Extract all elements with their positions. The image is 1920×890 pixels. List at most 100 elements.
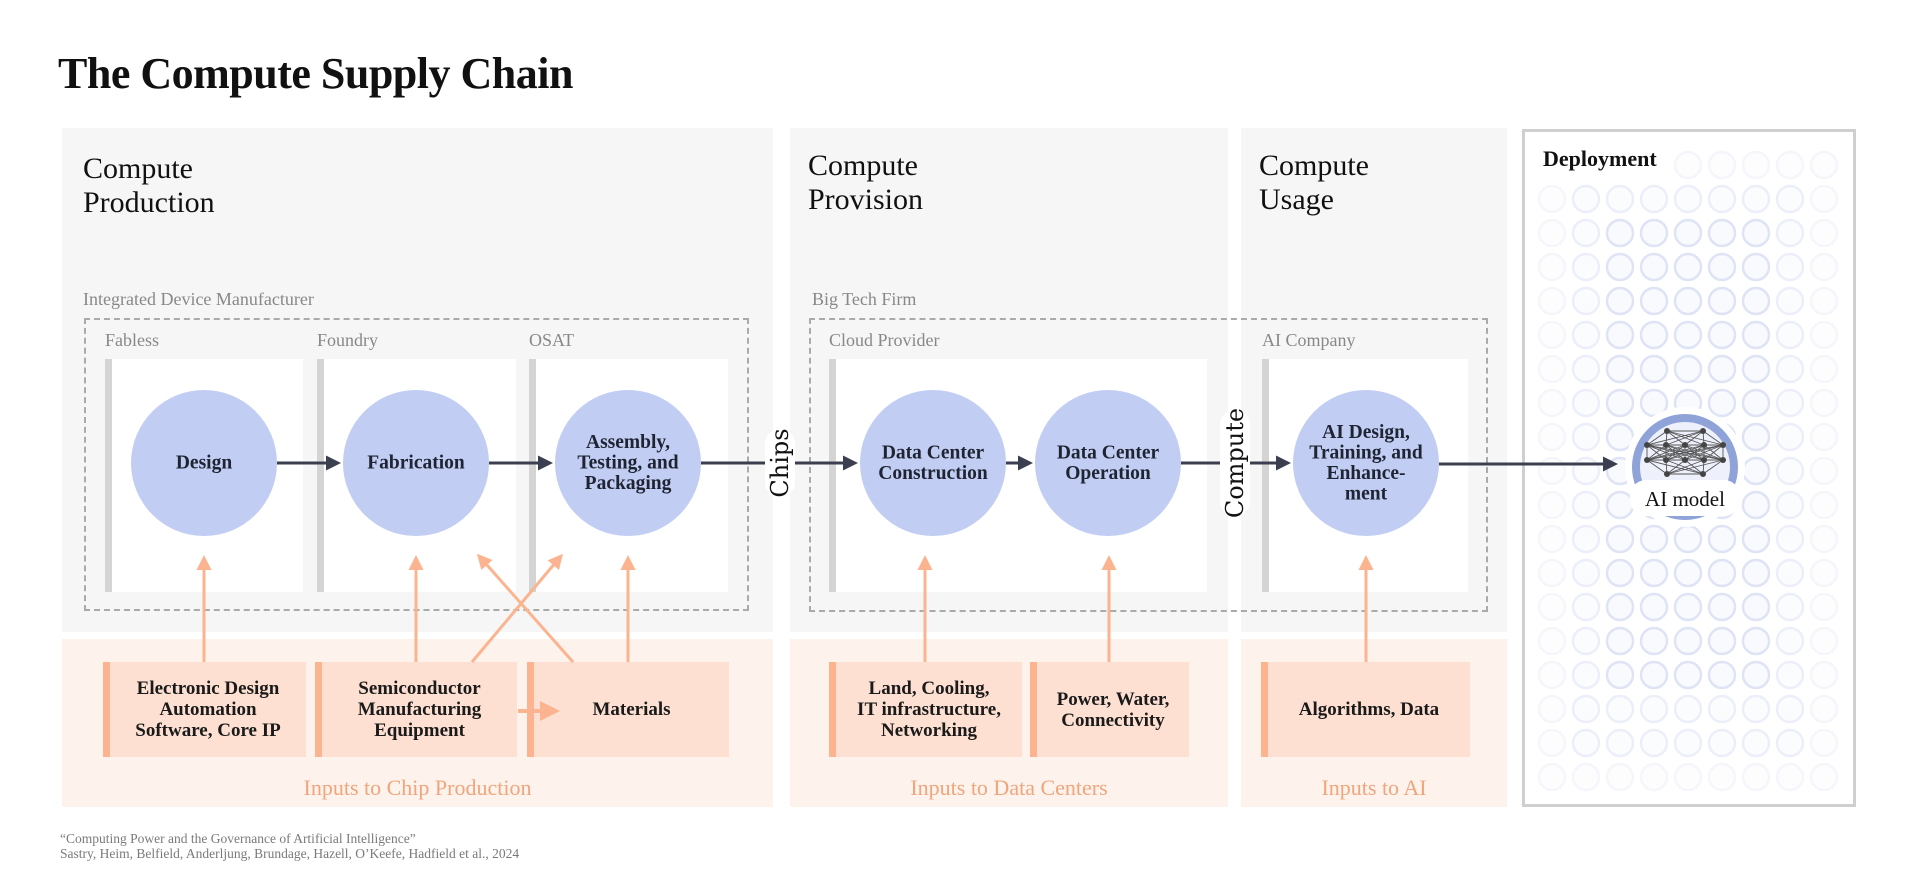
deployment-grid-ring (1741, 728, 1771, 758)
deployment-grid-ring (1605, 660, 1635, 690)
deployment-grid-ring (1741, 558, 1771, 588)
deployment-grid-ring (1673, 558, 1703, 588)
deployment-grid-ring (1673, 184, 1703, 214)
deployment-grid-ring (1775, 524, 1805, 554)
deployment-grid-ring (1809, 286, 1839, 316)
ai-model-label: AI model (1645, 487, 1725, 511)
deployment-grid-ring (1673, 150, 1703, 180)
nn-node (1664, 471, 1670, 477)
deployment-grid-ring (1571, 320, 1601, 350)
deployment-grid-ring (1707, 150, 1737, 180)
node-label: ment (1345, 483, 1388, 504)
deployment-grid-ring (1707, 728, 1737, 758)
footer-authors: Sastry, Heim, Belfield, Anderljung, Brun… (60, 846, 520, 861)
deployment-grid-ring (1639, 524, 1669, 554)
deployment-grid-ring (1537, 320, 1567, 350)
deployment-grid-ring (1741, 524, 1771, 554)
deployment-grid-ring (1571, 762, 1601, 792)
deployment-grid-ring (1571, 252, 1601, 282)
deployment-grid-ring (1537, 626, 1567, 656)
deployment-grid-ring (1809, 218, 1839, 248)
deployment-grid-ring (1707, 626, 1737, 656)
deployment-grid-ring (1605, 320, 1635, 350)
deployment-grid-ring (1809, 660, 1839, 690)
node-label: Packaging (585, 473, 672, 494)
deployment-grid-ring (1775, 354, 1805, 384)
nn-node (1682, 442, 1688, 448)
nn-node (1644, 457, 1650, 463)
deployment-grid-ring (1605, 558, 1635, 588)
nn-node (1700, 471, 1706, 477)
deployment-grid-ring (1741, 218, 1771, 248)
flow-label-chips: Chips (765, 428, 795, 498)
deployment-grid-ring (1605, 728, 1635, 758)
deployment-grid-ring (1741, 150, 1771, 180)
deployment-grid-ring (1809, 354, 1839, 384)
deployment-grid-ring (1537, 558, 1567, 588)
arrow-sme-to-atp (470, 553, 563, 663)
deployment-grid-ring (1639, 626, 1669, 656)
deployment-grid-ring (1673, 694, 1703, 724)
deployment-grid-ring (1537, 354, 1567, 384)
deployment-grid-ring (1537, 694, 1567, 724)
deployment-grid-ring (1775, 490, 1805, 520)
deployment-grid-ring (1809, 184, 1839, 214)
deployment-grid-ring (1673, 218, 1703, 248)
ai-model: AI model (1625, 407, 1745, 527)
deployment-grid-ring (1571, 728, 1601, 758)
deployment-grid-ring (1537, 388, 1567, 418)
deployment-grid-ring (1707, 762, 1737, 792)
deployment-grid-ring (1673, 728, 1703, 758)
deployment-grid-ring (1741, 762, 1771, 792)
node-design: Design (131, 390, 277, 536)
deployment-grid-ring (1571, 388, 1601, 418)
deployment-grid-ring (1537, 286, 1567, 316)
node-label: Design (176, 453, 232, 474)
deployment-grid-ring (1605, 626, 1635, 656)
deployment-grid-ring (1639, 728, 1669, 758)
nn-node (1700, 428, 1706, 434)
deployment-grid-ring (1741, 592, 1771, 622)
diagram-overlay: Chips Compute Design Fabrication Assembly,… (131, 150, 1839, 792)
deployment-grid-ring (1605, 592, 1635, 622)
deployment-grid-ring (1775, 558, 1805, 588)
footer-citation: “Computing Power and the Governance of A… (60, 831, 416, 846)
deployment-grid-ring (1571, 354, 1601, 384)
deployment-grid-ring (1741, 354, 1771, 384)
deployment-grid-ring (1673, 354, 1703, 384)
deployment-grid-ring (1605, 762, 1635, 792)
node-label: Enhance- (1326, 463, 1405, 484)
deployment-grid-ring (1537, 422, 1567, 452)
deployment-grid-ring (1809, 388, 1839, 418)
deployment-grid-ring (1537, 218, 1567, 248)
nn-node (1663, 457, 1669, 463)
input-arrows (196, 553, 1374, 721)
deployment-grid-ring (1775, 286, 1805, 316)
deployment-grid-ring (1741, 252, 1771, 282)
deployment-grid-ring (1707, 592, 1737, 622)
deployment-grid-ring (1571, 592, 1601, 622)
node-label: Data Center (1057, 442, 1160, 463)
deployment-grid-ring (1605, 490, 1635, 520)
deployment-grid-ring (1639, 762, 1669, 792)
deployment-grid-ring (1673, 524, 1703, 554)
deployment-grid-ring (1707, 660, 1737, 690)
deployment-grid-ring (1571, 626, 1601, 656)
deployment-grid-ring (1707, 184, 1737, 214)
deployment-grid-ring (1639, 354, 1669, 384)
node-label: Testing, and (577, 453, 678, 474)
nn-node (1701, 442, 1707, 448)
deployment-grid-ring (1605, 354, 1635, 384)
deployment-grid-ring (1571, 694, 1601, 724)
node-atp: Assembly,Testing, andPackaging (555, 390, 701, 536)
nn-node (1663, 442, 1669, 448)
deployment-grid-ring (1775, 218, 1805, 248)
node-dc-construction: Data CenterConstruction (860, 390, 1006, 536)
deployment-grid-ring (1639, 592, 1669, 622)
deployment-grid-ring (1537, 762, 1567, 792)
deployment-grid-ring (1605, 184, 1635, 214)
nn-node (1644, 442, 1650, 448)
deployment-grid-ring (1775, 422, 1805, 452)
deployment-grid-ring (1673, 592, 1703, 622)
deployment-grid-ring (1775, 456, 1805, 486)
